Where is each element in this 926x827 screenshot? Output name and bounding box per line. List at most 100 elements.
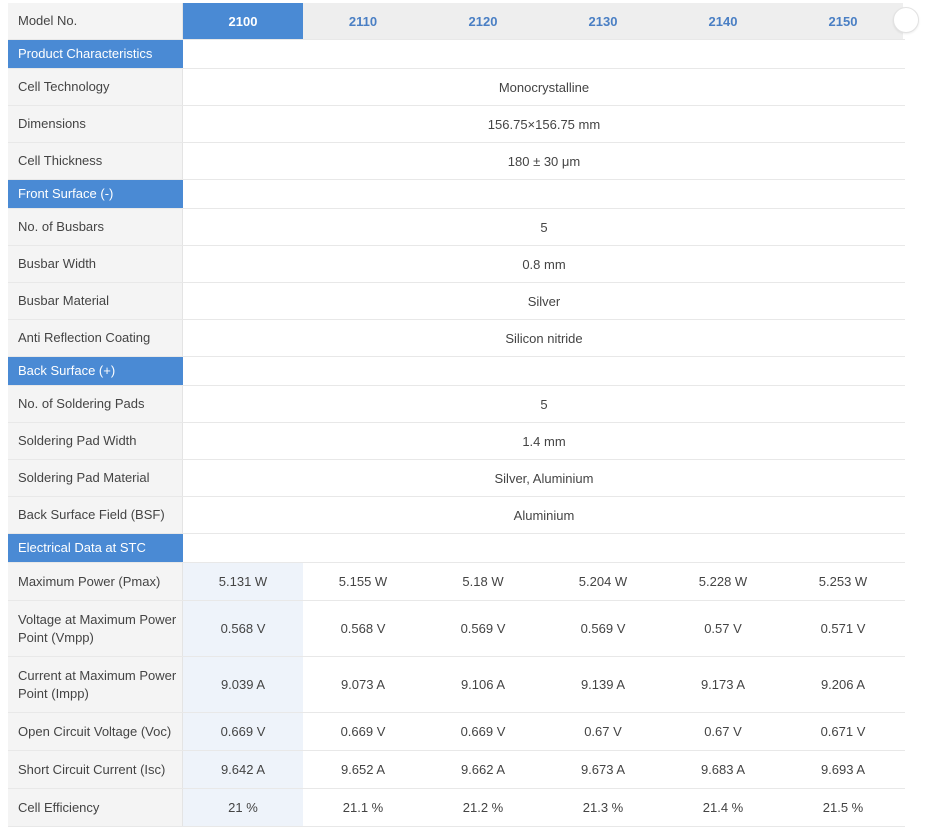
value-cell: 0.568 V (340, 621, 386, 636)
row-label: Soldering Pad Width (8, 423, 183, 459)
scroll-right-button[interactable] (893, 7, 919, 33)
value-cell: 0.571 V (820, 621, 866, 636)
table-row: Cell Technology Monocrystalline (8, 69, 905, 106)
row-value: Monocrystalline (498, 79, 590, 95)
row-label: Maximum Power (Pmax) (8, 563, 183, 600)
model-tab-2120[interactable]: 2120 (423, 3, 543, 39)
value-cell: 5.155 W (338, 574, 388, 589)
value-cell: 0.669 V (340, 724, 386, 739)
section-title: Back Surface (+) (8, 357, 183, 385)
table-row: No. of Soldering Pads 5 (8, 386, 905, 423)
value-cell: 0.67 V (704, 724, 742, 739)
value-cell: 0.569 V (580, 621, 626, 636)
table-row: No. of Busbars 5 (8, 209, 905, 246)
value-cell: 5.228 W (698, 574, 748, 589)
value-cell: 0.669 V (183, 713, 303, 750)
table-row: Maximum Power (Pmax) 5.131 W 5.155 W 5.18 W… (8, 563, 905, 601)
value-cell: 0.57 V (704, 621, 742, 636)
value-cell: 9.683 A (700, 762, 746, 777)
value-cell: 9.642 A (183, 751, 303, 788)
section-fill (183, 534, 905, 562)
row-label: Current at Maximum Power Point (Impp) (8, 657, 183, 712)
value-cell: 5.253 W (818, 574, 868, 589)
model-tab-2100[interactable]: 2100 (183, 3, 303, 39)
table-row: Busbar Width 0.8 mm (8, 246, 905, 283)
section-header: Product Characteristics (8, 40, 905, 69)
value-cell: 5.204 W (578, 574, 628, 589)
row-value: 5 (540, 219, 548, 235)
table-row: Anti Reflection Coating Silicon nitride (8, 320, 905, 357)
value-cell: 9.173 A (700, 677, 746, 692)
section-title: Electrical Data at STC (8, 534, 183, 562)
row-label: Busbar Material (8, 283, 183, 319)
model-tab-2130[interactable]: 2130 (543, 3, 663, 39)
model-header-row: Model No. 2100 2110 2120 2130 2140 2150 (8, 3, 905, 40)
table-row: Cell Thickness 180 ± 30 μm (8, 143, 905, 180)
row-value: 180 ± 30 μm (507, 153, 581, 169)
row-value: Silver, Aluminium (494, 470, 594, 486)
section-header: Front Surface (-) (8, 180, 905, 209)
value-cell: 9.039 A (183, 657, 303, 712)
row-label: Back Surface Field (BSF) (8, 497, 183, 533)
value-cell: 9.652 A (340, 762, 386, 777)
row-label: Soldering Pad Material (8, 460, 183, 496)
value-cell: 0.671 V (820, 724, 866, 739)
spec-table: Model No. 2100 2110 2120 2130 2140 2150 Product… (8, 3, 905, 827)
value-cell: 0.67 V (584, 724, 622, 739)
row-label: Cell Thickness (8, 143, 183, 179)
row-label: No. of Soldering Pads (8, 386, 183, 422)
row-label: Dimensions (8, 106, 183, 142)
table-row: Current at Maximum Power Point (Impp) 9.0… (8, 657, 905, 713)
value-cell: 9.693 A (820, 762, 866, 777)
row-label: Voltage at Maximum Power Point (Vmpp) (8, 601, 183, 656)
row-value: 5 (540, 396, 548, 412)
table-row: Busbar Material Silver (8, 283, 905, 320)
section-fill (183, 357, 905, 385)
row-value: 0.8 mm (522, 256, 566, 272)
table-row: Soldering Pad Width 1.4 mm (8, 423, 905, 460)
table-row: Dimensions 156.75×156.75 mm (8, 106, 905, 143)
model-tab-2150[interactable]: 2150 (783, 3, 903, 39)
value-cell: 21.1 % (342, 800, 384, 815)
row-label: Short Circuit Current (Isc) (8, 751, 183, 788)
value-cell: 21.5 % (822, 800, 864, 815)
value-cell: 9.206 A (820, 677, 866, 692)
row-label: Busbar Width (8, 246, 183, 282)
section-title: Product Characteristics (8, 40, 183, 68)
section-header: Electrical Data at STC (8, 534, 905, 563)
value-cell: 0.569 V (460, 621, 506, 636)
value-cell: 9.673 A (580, 762, 626, 777)
value-cell: 21.2 % (462, 800, 504, 815)
row-label: No. of Busbars (8, 209, 183, 245)
row-label: Cell Efficiency (8, 789, 183, 826)
table-row: Soldering Pad Material Silver, Aluminium (8, 460, 905, 497)
section-header: Back Surface (+) (8, 357, 905, 386)
table-row: Open Circuit Voltage (Voc) 0.669 V 0.669 V… (8, 713, 905, 751)
value-cell: 21.3 % (582, 800, 624, 815)
model-tab-2110[interactable]: 2110 (303, 3, 423, 39)
row-value: Silicon nitride (505, 330, 583, 346)
table-row: Short Circuit Current (Isc) 9.642 A 9.652 … (8, 751, 905, 789)
row-label: Cell Technology (8, 69, 183, 105)
value-cell: 5.18 W (462, 574, 504, 589)
value-cell: 9.139 A (580, 677, 626, 692)
section-fill (183, 40, 905, 68)
row-label: Anti Reflection Coating (8, 320, 183, 356)
value-cell: 9.662 A (460, 762, 506, 777)
table-row: Back Surface Field (BSF) Aluminium (8, 497, 905, 534)
value-cell: 21 % (183, 789, 303, 826)
value-cell: 9.106 A (460, 677, 506, 692)
value-cell: 9.073 A (340, 677, 386, 692)
model-tab-2140[interactable]: 2140 (663, 3, 783, 39)
row-value: 156.75×156.75 mm (487, 116, 601, 132)
section-title: Front Surface (-) (8, 180, 183, 208)
table-row: Cell Efficiency 21 % 21.1 % 21.2 % 21.3 % 21.… (8, 789, 905, 827)
row-label: Open Circuit Voltage (Voc) (8, 713, 183, 750)
row-value: Silver (527, 293, 561, 309)
value-cell: 0.669 V (460, 724, 506, 739)
section-fill (183, 180, 905, 208)
value-cell: 21.4 % (702, 800, 744, 815)
table-row: Voltage at Maximum Power Point (Vmpp) 0.5… (8, 601, 905, 657)
row-value: Aluminium (513, 507, 575, 523)
value-cell: 0.568 V (183, 601, 303, 656)
